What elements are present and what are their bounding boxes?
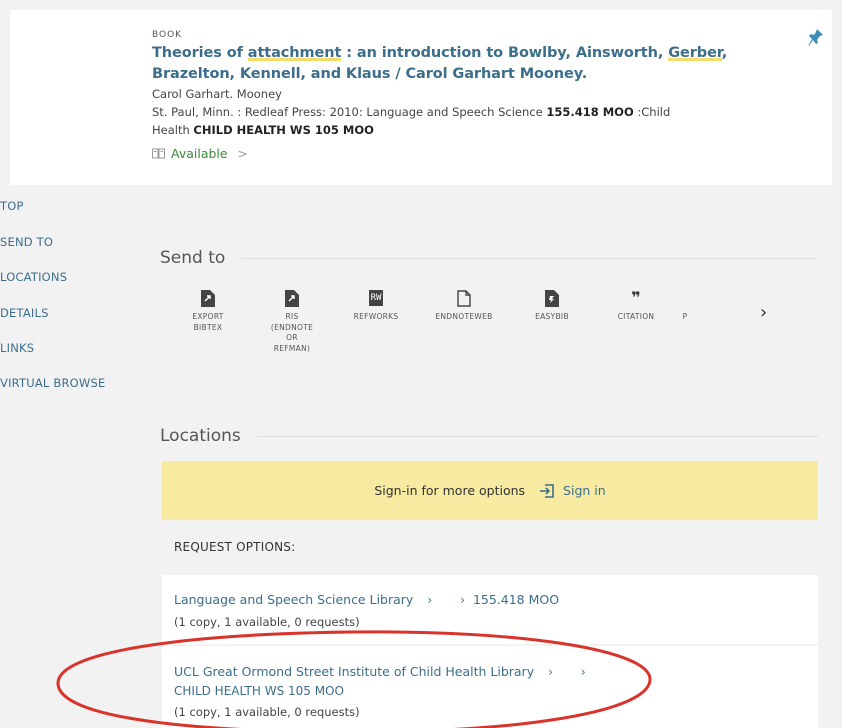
book-icon (152, 148, 165, 159)
chevron-right-icon: > (237, 146, 248, 161)
ris-file-icon (282, 288, 302, 308)
signin-banner: Sign-in for more options Sign in (162, 461, 818, 520)
copy-availability: (1 copy, 1 available, 0 requests) (174, 615, 360, 629)
record-type: BOOK (152, 30, 183, 40)
library-name-link[interactable]: Language and Speech Science Library (174, 592, 413, 607)
locations-heading-row: Locations (160, 426, 818, 446)
record-author: Carol Garhart. Mooney (152, 87, 282, 101)
send-to-heading: Send to (160, 248, 226, 268)
send-to-endnoteweb[interactable]: ENDNOTEWEB (424, 288, 504, 323)
send-to-heading-row: Send to (160, 248, 818, 268)
pin-icon[interactable] (808, 28, 824, 48)
chevron-right-icon[interactable]: › (548, 665, 553, 679)
signin-message: Sign-in for more options (374, 483, 526, 498)
availability-text: Available (171, 146, 228, 161)
locations-heading: Locations (160, 426, 241, 446)
availability-status[interactable]: Available > (152, 146, 752, 161)
send-to-ris[interactable]: RIS (ENDNOTE OR REFMAN) (252, 288, 332, 354)
send-to-more-partial[interactable]: P (670, 288, 700, 323)
highlighted-term: Gerber (668, 45, 722, 61)
divider (241, 257, 818, 259)
chevron-right-icon: › (460, 592, 465, 607)
refworks-icon: RW (366, 288, 386, 308)
sidebar-item-send-to[interactable]: SEND TO (0, 235, 53, 249)
sign-in-icon (540, 483, 554, 498)
sidebar-item-locations[interactable]: LOCATIONS (0, 270, 67, 284)
call-number: CHILD HEALTH WS 105 MOO (174, 684, 344, 698)
send-to-easybib[interactable]: EASYBIB (512, 288, 592, 323)
send-to-actions: EXPORT BIBTEX RIS (ENDNOTE OR REFMAN) RW… (160, 288, 780, 388)
quote-icon: ❞ (631, 288, 641, 307)
sidebar-item-top[interactable]: TOP (0, 199, 24, 213)
signin-button[interactable]: Sign in (539, 483, 606, 499)
chevron-right-icon[interactable]: › (760, 302, 767, 323)
location-item[interactable]: UCL Great Ormond Street Institute of Chi… (162, 646, 818, 728)
chevron-right-icon: › (580, 664, 586, 679)
record-publication: St. Paul, Minn. : Redleaf Press: 2010: L… (152, 105, 671, 137)
send-to-refworks[interactable]: RW REFWORKS (336, 288, 416, 323)
send-to-export-bibtex[interactable]: EXPORT BIBTEX (168, 288, 248, 333)
copy-availability: (1 copy, 1 available, 0 requests) (174, 705, 360, 719)
sidebar-item-virtual-browse[interactable]: VIRTUAL BROWSE (0, 376, 105, 390)
request-options-label: REQUEST OPTIONS: (174, 540, 296, 554)
export-file-icon (198, 288, 218, 308)
highlighted-term: attachment (247, 45, 342, 61)
send-to-citation[interactable]: ❞ CITATION (596, 288, 676, 323)
divider (256, 435, 818, 437)
library-name-link[interactable]: UCL Great Ormond Street Institute of Chi… (174, 664, 534, 679)
easybib-icon (542, 288, 562, 308)
sidebar-item-details[interactable]: DETAILS (0, 306, 49, 320)
record-title[interactable]: Theories of attachment : an introduction… (152, 43, 752, 85)
chevron-right-icon[interactable]: › (427, 593, 432, 607)
location-item[interactable]: Language and Speech Science Library › › … (162, 575, 818, 644)
call-number: 155.418 MOO (472, 592, 560, 607)
document-icon (454, 288, 474, 308)
record-details: BOOK Theories of attachment : an introdu… (152, 30, 752, 161)
sidebar-item-links[interactable]: LINKS (0, 341, 34, 355)
